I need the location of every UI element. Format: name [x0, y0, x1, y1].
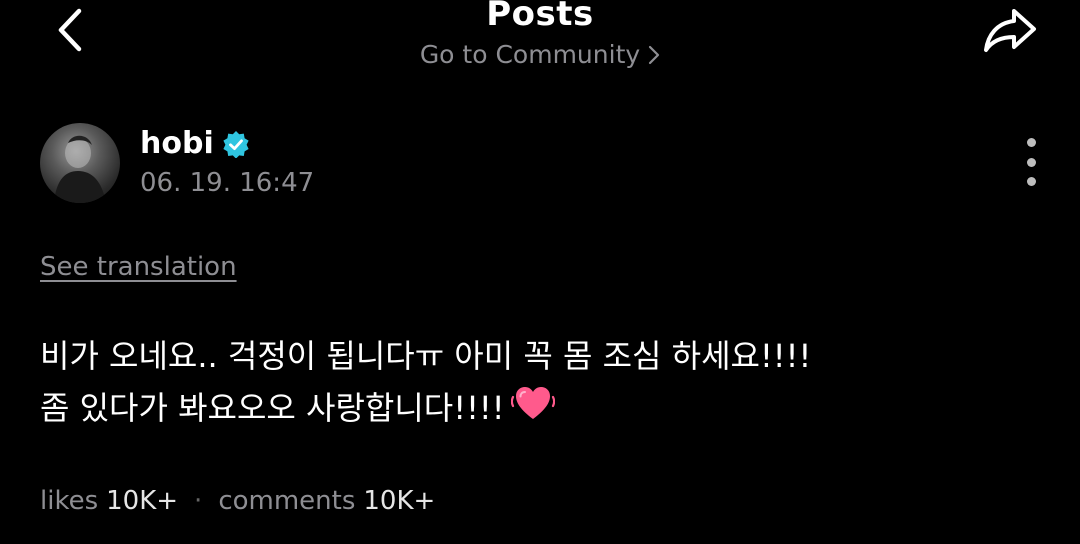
author-name[interactable]: hobi	[140, 126, 214, 161]
post-body: 비가 오네요.. 걱정이 됩니다ㅠ 아미 꼭 몸 조심 하세요!!!! 좀 있다…	[40, 330, 1040, 438]
more-options-button[interactable]	[1016, 138, 1046, 186]
chevron-right-icon	[649, 45, 660, 64]
comments-stat[interactable]: comments 10K+	[218, 486, 435, 516]
post-stats: likes 10K+ · comments 10K+	[40, 486, 435, 516]
more-dot-icon	[1026, 157, 1036, 167]
likes-label: likes	[40, 486, 99, 516]
post-detail-screen: Posts Go to Community hobi 06. 19. 16:47	[0, 0, 1080, 544]
more-dot-icon	[1026, 138, 1036, 147]
pink-heart-icon	[510, 383, 555, 438]
post-body-line: 비가 오네요.. 걱정이 됩니다ㅠ 아미 꼭 몸 조심 하세요!!!!	[40, 337, 812, 375]
share-arrow-icon	[984, 9, 1036, 52]
share-button[interactable]	[980, 4, 1040, 56]
go-to-community-link[interactable]: Go to Community	[0, 40, 1080, 69]
post-timestamp: 06. 19. 16:47	[140, 168, 315, 198]
likes-stat[interactable]: likes 10K+	[40, 486, 178, 516]
comments-label: comments	[218, 486, 356, 516]
comments-count: 10K+	[363, 486, 436, 516]
likes-count: 10K+	[106, 486, 179, 516]
community-link-label: Go to Community	[419, 40, 641, 69]
avatar-photo	[54, 135, 106, 203]
author-info: hobi	[140, 126, 250, 161]
see-translation-link[interactable]: See translation	[40, 252, 237, 282]
avatar[interactable]	[40, 123, 120, 203]
post-body-line: 좀 있다가 봐요오오 사랑합니다!!!!	[40, 389, 505, 427]
post-body-line-2: 좀 있다가 봐요오오 사랑합니다!!!!	[40, 382, 1040, 438]
page-title: Posts	[486, 0, 594, 34]
more-dot-icon	[1026, 177, 1036, 186]
stats-separator: ·	[194, 486, 203, 516]
verified-badge-icon	[223, 130, 249, 158]
